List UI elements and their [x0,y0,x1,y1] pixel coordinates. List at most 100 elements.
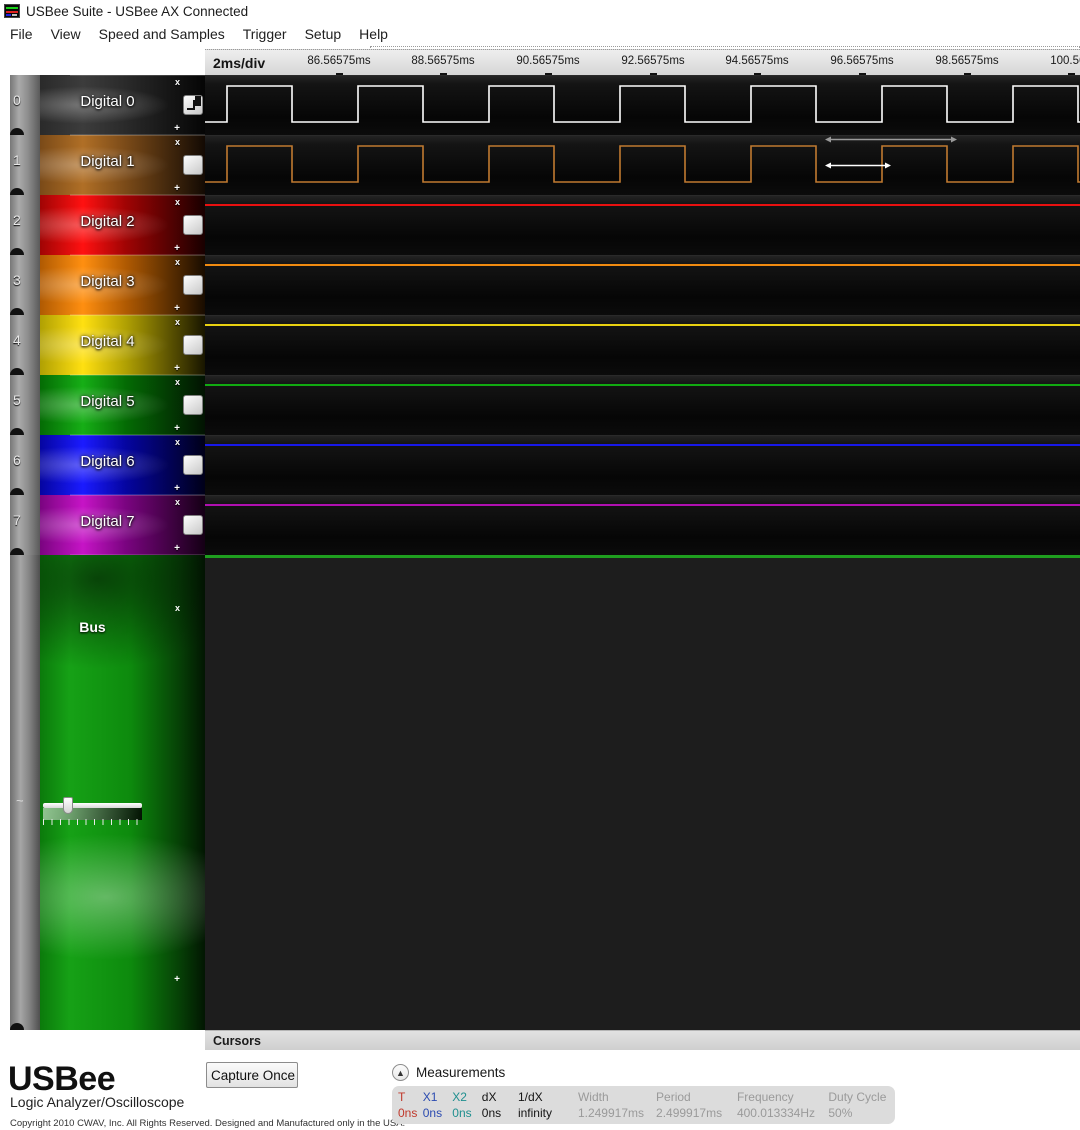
waveform-row-2[interactable] [205,195,1080,255]
channel-body-0[interactable]: xDigital 0+ [40,75,205,135]
close-channel-button[interactable]: x [175,377,180,387]
measurement-value: 0ns [398,1105,423,1121]
product-tagline: Logic Analyzer/Oscilloscope [10,1094,184,1110]
channel-body-7[interactable]: xDigital 7+ [40,495,205,555]
channel-row-6[interactable]: 6xDigital 6+ [10,435,205,495]
measurement-column: X20ns [452,1090,482,1124]
close-channel-button[interactable]: x [175,257,180,267]
channel-grip-7[interactable]: 7 [10,495,40,555]
add-channel-button[interactable]: + [174,423,180,434]
add-channel-button[interactable]: + [174,243,180,254]
measurement-key: Frequency [737,1090,828,1105]
waveform-row-0[interactable] [205,75,1080,135]
channel-row-0[interactable]: 0xDigital 0+ [10,75,205,135]
add-channel-button[interactable]: + [174,183,180,194]
slider-ticks [43,819,142,825]
menu-item-speed-and-samples[interactable]: Speed and Samples [90,22,234,47]
channel-row-4[interactable]: 4xDigital 4+ [10,315,205,375]
bus-grip-symbol: ~ [16,793,24,808]
channel-grip-6[interactable]: 6 [10,435,40,495]
scope-canvas[interactable] [205,75,1080,1030]
measurement-column: Period2.499917ms [656,1090,737,1124]
channel-grip-1[interactable]: 1 [10,135,40,195]
menu-item-setup[interactable]: Setup [296,22,351,47]
cursors-bar[interactable]: Cursors [205,1030,1080,1050]
time-per-division-label: 2ms/div [213,55,265,71]
menu-item-file[interactable]: File [0,22,42,47]
channel-body-3[interactable]: xDigital 3+ [40,255,205,315]
measurement-value: 400.013334Hz [737,1105,828,1121]
channel-grip-3[interactable]: 3 [10,255,40,315]
waveform-row-6[interactable] [205,435,1080,495]
waveform-row-7[interactable] [205,495,1080,555]
close-channel-button[interactable]: x [175,137,180,147]
add-bus-button[interactable]: + [174,974,180,985]
channel-row-7[interactable]: 7xDigital 7+ [10,495,205,555]
measurement-value: 0ns [423,1105,453,1121]
bus-label: Bus [10,619,175,635]
channel-mode-toggle-5[interactable] [183,395,203,415]
channel-row-5[interactable]: 5 xDigital 5+ [10,375,205,435]
menu-item-help[interactable]: Help [350,22,397,47]
channel-grip-2[interactable]: 2 [10,195,40,255]
close-channel-button[interactable]: x [175,497,180,507]
window-title: USBee Suite - USBee AX Connected [26,4,248,19]
close-bus-button[interactable]: x [175,603,180,613]
grip-notch-icon [10,548,24,555]
add-channel-button[interactable]: + [174,123,180,134]
channel-number: 2 [13,212,21,228]
channel-body-5[interactable]: xDigital 5+ [40,375,205,435]
channel-body-1[interactable]: xDigital 1+ [40,135,205,195]
channel-mode-toggle-1[interactable] [183,155,203,175]
add-channel-button[interactable]: + [174,483,180,494]
menu-item-view[interactable]: View [42,22,90,47]
waveform-row-5[interactable] [205,375,1080,435]
channel-body-2[interactable]: xDigital 2+ [40,195,205,255]
row-divider [70,75,205,76]
row-divider [70,375,205,376]
channel-mode-toggle-4[interactable] [183,335,203,355]
menu-item-trigger[interactable]: Trigger [234,22,296,47]
channel-mode-toggle-6[interactable] [183,455,203,475]
slider-knob[interactable] [63,797,73,814]
measurement-key: T [398,1090,423,1105]
channel-mode-toggle-2[interactable] [183,215,203,235]
channel-grip-5[interactable]: 5 [10,375,40,435]
waveform-row-3[interactable] [205,255,1080,315]
measurement-column: Duty Cycle50% [828,1090,895,1124]
grip-notch-icon [10,128,24,135]
channel-body-4[interactable]: xDigital 4+ [40,315,205,375]
add-channel-button[interactable]: + [174,363,180,374]
chevron-up-icon[interactable]: ▲ [392,1064,409,1081]
close-channel-button[interactable]: x [175,197,180,207]
add-channel-button[interactable]: + [174,303,180,314]
measurements-panel: T0nsX10nsX20nsdX0ns1/dXinfinityWidth1.24… [392,1086,895,1124]
timeline-ruler[interactable]: 2ms/div 86.56575ms88.56575ms90.56575ms92… [205,49,1080,75]
close-channel-button[interactable]: x [175,317,180,327]
close-channel-button[interactable]: x [175,77,180,87]
bus-zoom-slider[interactable] [40,797,145,827]
timeline-tick-label: 96.56575ms [830,55,893,67]
channel-grip-0[interactable]: 0 [10,75,40,135]
channel-mode-toggle-7[interactable] [183,515,203,535]
add-channel-button[interactable]: + [174,543,180,554]
grip-notch-icon [10,488,24,495]
bus-panel[interactable]: ~ xBus + [10,555,205,1030]
measurement-key: Width [578,1090,656,1105]
capture-once-button[interactable]: Capture Once [206,1062,298,1088]
measurement-value: 0ns [452,1105,482,1121]
waveform-row-4[interactable] [205,315,1080,375]
channel-number: 5 [13,392,21,408]
channel-row-3[interactable]: 3xDigital 3+ [10,255,205,315]
channel-mode-toggle-0[interactable] [183,95,203,115]
channel-grip-4[interactable]: 4 [10,315,40,375]
signal-trace-0 [205,76,1080,135]
channel-mode-toggle-3[interactable] [183,275,203,295]
channel-row-1[interactable]: 1xDigital 1+ [10,135,205,195]
close-channel-button[interactable]: x [175,437,180,447]
channel-body-6[interactable]: xDigital 6+ [40,435,205,495]
measurements-header[interactable]: ▲ Measurements [392,1064,505,1081]
bus-waveform-area[interactable] [205,555,1080,1030]
channel-row-2[interactable]: 2 xDigital 2+ [10,195,205,255]
waveform-row-1[interactable] [205,135,1080,195]
